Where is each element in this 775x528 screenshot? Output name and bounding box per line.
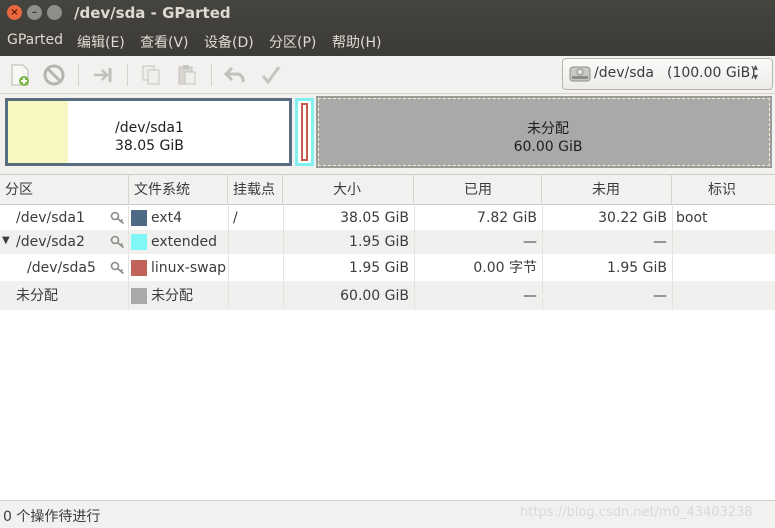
partition-table: 分区 文件系统 挂载点 大小 已用 未用 标识 /dev/sda1 ext4 /… bbox=[0, 174, 775, 500]
copy-icon[interactable] bbox=[139, 63, 163, 87]
hard-disk-icon bbox=[569, 66, 591, 82]
partition-name: /dev/sda1 bbox=[16, 210, 85, 226]
menu-help[interactable]: 帮助(H) bbox=[332, 32, 381, 52]
partition-size: 1.95 GiB bbox=[349, 234, 409, 250]
resize-move-icon[interactable] bbox=[91, 63, 115, 87]
watermark-text: https://blog.csdn.net/m0_43403238 bbox=[520, 505, 753, 520]
filesystem-color-swatch bbox=[131, 260, 147, 276]
minimize-button[interactable]: – bbox=[27, 5, 42, 20]
diskmap-sda1-label: /dev/sda1 38.05 GiB bbox=[115, 120, 184, 154]
menu-view[interactable]: 查看(V) bbox=[140, 32, 189, 52]
used-space: 0.00 字节 bbox=[473, 260, 537, 276]
toolbar-separator bbox=[211, 64, 212, 86]
used-space: — bbox=[523, 288, 537, 304]
column-divider bbox=[128, 206, 129, 310]
column-header-filesystem[interactable]: 文件系统 bbox=[129, 175, 228, 205]
diskmap-partition-extended[interactable] bbox=[295, 98, 314, 166]
partition-size: 1.95 GiB bbox=[349, 260, 409, 276]
column-divider bbox=[542, 206, 543, 310]
filesystem-color-swatch bbox=[131, 234, 147, 250]
table-header: 分区 文件系统 挂载点 大小 已用 未用 标识 bbox=[0, 175, 775, 205]
column-header-mountpoint[interactable]: 挂载点 bbox=[228, 175, 283, 205]
diskmap-unallocated-label: 未分配 60.00 GiB bbox=[513, 121, 583, 155]
column-header-unused[interactable]: 未用 bbox=[542, 175, 672, 205]
filesystem-color-swatch bbox=[131, 288, 147, 304]
menu-edit[interactable]: 编辑(E) bbox=[77, 32, 125, 52]
maximize-button[interactable] bbox=[47, 5, 62, 20]
partition-name: 未分配 bbox=[16, 288, 58, 304]
menu-bar: GParted 编辑(E) 查看(V) 设备(D) 分区(P) 帮助(H) bbox=[0, 30, 775, 54]
column-divider bbox=[672, 206, 673, 310]
table-row[interactable]: /dev/sda1 ext4 / 38.05 GiB 7.82 GiB 30.2… bbox=[0, 206, 775, 230]
partition-name: /dev/sda5 bbox=[27, 260, 96, 276]
device-selector[interactable]: /dev/sda (100.00 GiB) ▴ ▾ bbox=[562, 58, 773, 90]
mountpoint: / bbox=[233, 210, 238, 226]
unused-space: 30.22 GiB bbox=[598, 210, 667, 226]
window-title: /dev/sda - GParted bbox=[74, 4, 231, 22]
used-space: — bbox=[523, 234, 537, 250]
expander-arrow-icon[interactable]: ▼ bbox=[2, 235, 10, 246]
toolbar-separator bbox=[127, 64, 128, 86]
undo-icon[interactable] bbox=[223, 63, 247, 87]
column-header-partition[interactable]: 分区 bbox=[0, 175, 129, 205]
column-header-size[interactable]: 大小 bbox=[283, 175, 414, 205]
column-divider bbox=[414, 206, 415, 310]
diskmap-unallocated[interactable]: 未分配 60.00 GiB bbox=[316, 96, 772, 168]
column-divider bbox=[283, 206, 284, 310]
delete-partition-icon[interactable] bbox=[42, 63, 66, 87]
unused-space: — bbox=[653, 234, 667, 250]
filesystem-name: linux-swap bbox=[151, 260, 227, 276]
new-partition-icon[interactable] bbox=[8, 63, 32, 87]
toolbar-separator bbox=[78, 64, 79, 86]
table-row[interactable]: 未分配 未分配 60.00 GiB — — bbox=[0, 281, 775, 310]
partition-size: 38.05 GiB bbox=[340, 210, 409, 226]
title-bar: × – /dev/sda - GParted bbox=[0, 0, 775, 28]
device-name: /dev/sda bbox=[594, 65, 654, 81]
filesystem-color-swatch bbox=[131, 210, 147, 226]
key-icon bbox=[110, 261, 125, 275]
used-space: 7.82 GiB bbox=[477, 210, 537, 226]
key-icon bbox=[110, 235, 125, 249]
column-header-used[interactable]: 已用 bbox=[414, 175, 542, 205]
partition-flags: boot bbox=[676, 210, 708, 226]
device-size: (100.00 GiB) bbox=[667, 65, 756, 81]
column-header-flags[interactable]: 标识 bbox=[672, 175, 775, 205]
column-divider bbox=[228, 206, 229, 310]
diskmap-partition-sda5[interactable] bbox=[301, 103, 308, 161]
filesystem-name: 未分配 bbox=[151, 288, 193, 304]
partition-name: /dev/sda2 bbox=[16, 234, 85, 250]
diskmap-used-space bbox=[8, 101, 68, 163]
close-button[interactable]: × bbox=[7, 5, 22, 20]
disk-map: /dev/sda1 38.05 GiB 未分配 60.00 GiB bbox=[0, 94, 775, 172]
filesystem-name: ext4 bbox=[151, 210, 183, 226]
key-icon bbox=[110, 211, 125, 225]
unused-space: 1.95 GiB bbox=[607, 260, 667, 276]
menu-device[interactable]: 设备(D) bbox=[204, 32, 254, 52]
table-row[interactable]: /dev/sda5 linux-swap 1.95 GiB 0.00 字节 1.… bbox=[0, 254, 775, 281]
unused-space: — bbox=[653, 288, 667, 304]
table-row[interactable]: ▼ /dev/sda2 extended 1.95 GiB — — bbox=[0, 230, 775, 254]
paste-icon[interactable] bbox=[175, 63, 199, 87]
status-bar: 0 个操作待进行 https://blog.csdn.net/m0_434032… bbox=[0, 500, 775, 528]
window-header: × – /dev/sda - GParted GParted 编辑(E) 查看(… bbox=[0, 0, 775, 56]
apply-icon[interactable] bbox=[259, 63, 283, 87]
menu-gparted[interactable]: GParted bbox=[7, 32, 63, 48]
filesystem-name: extended bbox=[151, 234, 218, 250]
pending-operations-status: 0 个操作待进行 bbox=[3, 509, 101, 525]
diskmap-partition-sda1[interactable]: /dev/sda1 38.05 GiB bbox=[5, 98, 292, 166]
chevron-up-down-icon: ▴ ▾ bbox=[753, 62, 759, 83]
partition-size: 60.00 GiB bbox=[340, 288, 409, 304]
menu-partition[interactable]: 分区(P) bbox=[269, 32, 316, 52]
